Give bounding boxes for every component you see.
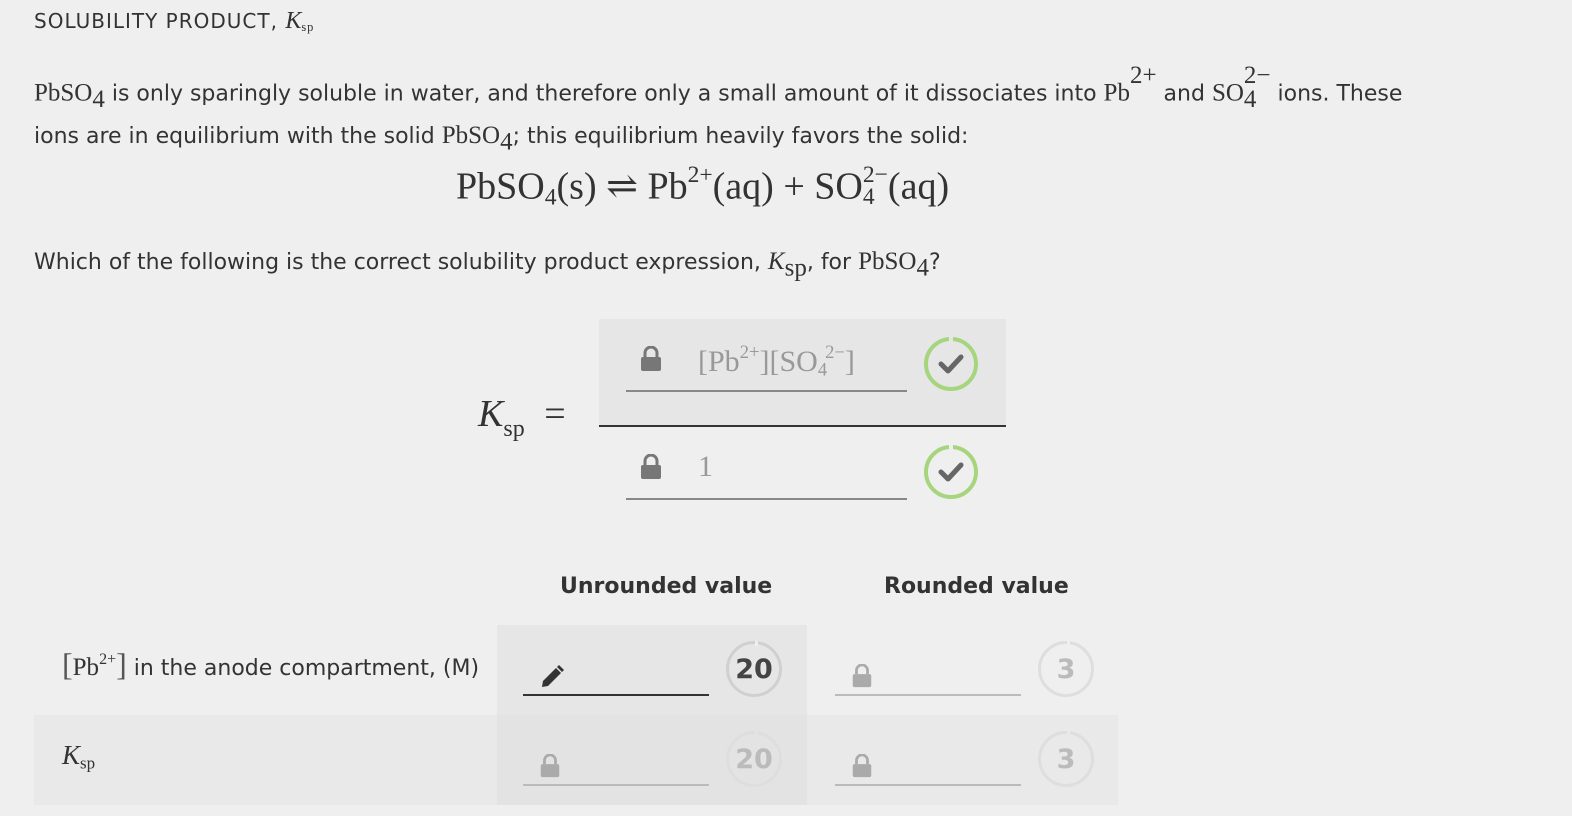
ksp-sub: sp [503, 416, 525, 442]
row-label-pb: Pb [72, 654, 100, 681]
attempts-count: 20 [735, 653, 773, 685]
denominator-value: 1 [698, 450, 713, 483]
row-label-k: K [62, 740, 81, 770]
lock-icon [539, 753, 561, 782]
attempts-badge-rounded-row1: 3 [1038, 641, 1094, 697]
question-compound: PbSO [858, 248, 917, 275]
attempts-badge-unrounded-row1: 20 [726, 641, 782, 697]
compound-formula: PbSO [34, 79, 93, 107]
eq-plus: + [783, 165, 805, 208]
row-label-ksp: Ksp [62, 740, 95, 773]
lock-icon [851, 663, 873, 692]
numerator-field[interactable]: [Pb2+][SO42−] [626, 320, 907, 392]
eq-reactant-state: (s) [556, 165, 597, 208]
lock-icon [640, 345, 662, 376]
question-body: Which of the following is the correct so… [34, 250, 768, 275]
question-body-2: , for [806, 250, 859, 275]
intro-text-2: and [1156, 81, 1212, 107]
question-k-sub: sp [784, 254, 807, 282]
intro-text-4: ; this equilibrium heavily favors the so… [512, 123, 969, 149]
eq-product2-charge: 2− [862, 161, 888, 188]
eq-product2: SO [814, 165, 863, 208]
ion-lead: Pb [1103, 79, 1130, 107]
header-k-sub: sp [301, 20, 315, 35]
equilibrium-equation: PbSO4(s) ⇌ Pb2+(aq) + SO 2− 4 (aq) [456, 162, 949, 211]
row-label-k-sub: sp [80, 753, 96, 773]
attempts-badge-rounded-row2: 3 [1038, 731, 1094, 787]
attempts-count: 3 [1056, 743, 1076, 775]
compound-formula-2: PbSO [441, 121, 501, 149]
question-k: K [767, 248, 785, 275]
eq-product2-supsub: 2− 4 [862, 161, 888, 211]
ion-sulfate-charge: 2− [1243, 62, 1271, 89]
bracket-open: [ [62, 646, 73, 682]
rounded-input-row1[interactable] [835, 648, 1021, 696]
eq-product1-state: (aq) [712, 165, 774, 208]
eq-arrow: ⇌ [606, 165, 638, 208]
compound-sub: 4 [92, 85, 105, 113]
intro-text-1: is only sparingly soluble in water, and … [104, 81, 1104, 107]
unrounded-input-row2[interactable] [523, 738, 709, 786]
denominator-field[interactable]: 1 [626, 428, 907, 500]
ksp-k: K [478, 393, 504, 435]
row-label-pb-concentration: [Pb2+] in the anode compartment, (M) [62, 646, 479, 683]
eq-product2-sub: 4 [862, 184, 875, 211]
lock-icon [851, 753, 873, 782]
column-header-unrounded: Unrounded value [560, 574, 773, 599]
column-header-rounded: Rounded value [884, 574, 1069, 599]
rounded-input-row2[interactable] [835, 738, 1021, 786]
check-icon [924, 445, 978, 499]
fraction-bar [599, 425, 1006, 427]
ion-sulfate-supsub: 2− 4 [1243, 62, 1271, 113]
intro-paragraph: PbSO4 is only sparingly soluble in water… [34, 58, 1454, 160]
eq-reactant: PbSO [456, 165, 545, 208]
ion-sulfate: SO [1211, 79, 1244, 107]
attempts-count: 3 [1056, 653, 1076, 685]
header-k-symbol: K [285, 8, 302, 34]
header-title: SOLUBILITY PRODUCT, [34, 9, 286, 33]
ion-sulfate-sub: 4 [1243, 85, 1257, 113]
ion-lead-charge: 2+ [1129, 62, 1157, 89]
bracket-close: ] [116, 646, 127, 682]
eq-product1: Pb [647, 165, 688, 208]
eq-product2-state: (aq) [887, 165, 950, 208]
ksp-equals: = [544, 393, 566, 435]
check-icon [924, 337, 978, 391]
question-end: ? [928, 250, 941, 275]
compound-sub-2: 4 [500, 128, 513, 155]
unrounded-input-row1[interactable] [523, 648, 709, 696]
question-compound-sub: 4 [916, 254, 929, 282]
attempts-count: 20 [735, 743, 773, 775]
question-text: Which of the following is the correct so… [34, 248, 941, 282]
row-label-text: in the anode compartment, (M) [126, 656, 480, 681]
pencil-icon [539, 664, 565, 694]
ksp-expression-label: Ksp = [478, 392, 566, 443]
lock-icon [640, 453, 662, 484]
numerator-value: [Pb2+][SO42−] [698, 342, 855, 381]
attempts-badge-unrounded-row2: 20 [726, 731, 782, 787]
eq-product1-charge: 2+ [687, 162, 713, 188]
row-label-charge: 2+ [99, 650, 117, 668]
eq-reactant-sub: 4 [544, 184, 557, 211]
section-header: SOLUBILITY PRODUCT, Ksp [34, 8, 314, 35]
